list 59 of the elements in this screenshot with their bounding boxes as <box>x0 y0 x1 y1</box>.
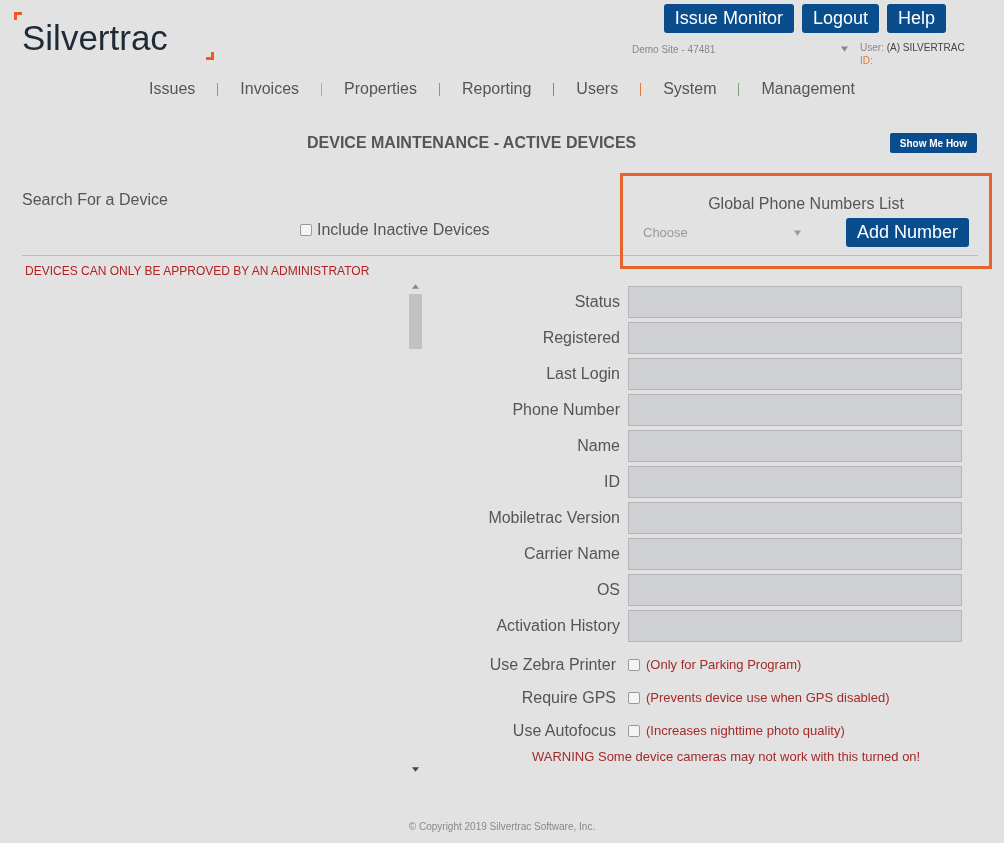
input-field[interactable] <box>628 286 962 318</box>
user-name: (A) SILVERTRAC <box>886 42 965 53</box>
notice-text: DEVICES CAN ONLY BE APPROVED BY AN ADMINISTRATOR <box>25 263 371 280</box>
nav-link[interactable]: Management <box>739 77 877 101</box>
nav-link[interactable]: Properties <box>322 77 439 101</box>
user-label: User: <box>860 42 884 53</box>
field-label: Phone Number <box>511 400 621 420</box>
option-label: Use Autofocus <box>511 720 617 741</box>
scroll-up-icon[interactable] <box>411 284 419 289</box>
option-note: (Prevents device use when GPS disabled) <box>646 688 890 707</box>
option-label: Use Zebra Printer <box>488 654 617 675</box>
nav-link[interactable]: Reporting <box>440 77 554 101</box>
input-field[interactable] <box>628 322 962 354</box>
checkbox[interactable] <box>300 224 312 236</box>
page-title: DEVICE MAINTENANCE - ACTIVE DEVICES <box>307 133 637 153</box>
input-field[interactable] <box>628 610 962 642</box>
header-button[interactable]: Logout <box>801 4 879 33</box>
input-field[interactable] <box>628 358 962 390</box>
nav-link[interactable]: Users <box>554 77 641 101</box>
nav-link[interactable]: Invoices <box>218 77 322 101</box>
scrollbar-thumb[interactable] <box>408 294 422 349</box>
id-label: ID: <box>860 55 873 66</box>
header-button[interactable]: Issue Monitor <box>663 4 794 33</box>
input-field[interactable] <box>628 502 962 534</box>
scroll-down-icon[interactable] <box>411 767 419 772</box>
input-field[interactable] <box>628 430 962 462</box>
field-label: Status <box>573 292 621 312</box>
header-button[interactable]: Help <box>886 4 946 33</box>
field-label: Registered <box>541 328 621 348</box>
input-field[interactable] <box>628 574 962 606</box>
dropdown-caret-icon <box>841 46 848 52</box>
field-label: Last Login <box>545 364 621 384</box>
dropdown-caret-icon <box>794 229 801 236</box>
search-label: Search For a Device <box>22 190 168 210</box>
field-label: Name <box>576 436 621 456</box>
input-field[interactable] <box>628 538 962 570</box>
checkbox[interactable] <box>628 724 640 737</box>
show-me-how-button[interactable]: Show Me How <box>889 133 977 153</box>
option-note: (Increases nighttime photo quality) <box>646 721 845 740</box>
checkbox[interactable] <box>628 691 640 704</box>
logo[interactable]: Silvertrac <box>14 12 214 60</box>
field-label: Mobiletrac Version <box>487 508 621 528</box>
field-label: ID <box>603 472 621 492</box>
checkbox[interactable] <box>628 658 640 671</box>
field-label: OS <box>595 580 621 600</box>
input-field[interactable] <box>628 394 962 426</box>
scrollbar[interactable] <box>408 282 422 774</box>
input-field[interactable] <box>628 466 962 498</box>
field-label: Carrier Name <box>523 544 621 564</box>
option-label: Require GPS <box>520 687 617 708</box>
add-number-button[interactable]: Add Number <box>845 218 969 247</box>
nav-link[interactable]: Issues <box>127 77 218 101</box>
nav-link[interactable]: System <box>641 77 739 101</box>
option-note: (Only for Parking Program) <box>646 655 802 674</box>
warning-text: WARNING Some device cameras may not work with this turned on! <box>532 748 922 766</box>
checkbox-label: Include Inactive Devices <box>317 220 490 240</box>
panel-title: Global Phone Numbers List <box>707 194 905 214</box>
copyright: © Copyright 2019 Silvertrac Software, Inc. <box>407 820 597 834</box>
field-label: Activation History <box>495 616 621 636</box>
